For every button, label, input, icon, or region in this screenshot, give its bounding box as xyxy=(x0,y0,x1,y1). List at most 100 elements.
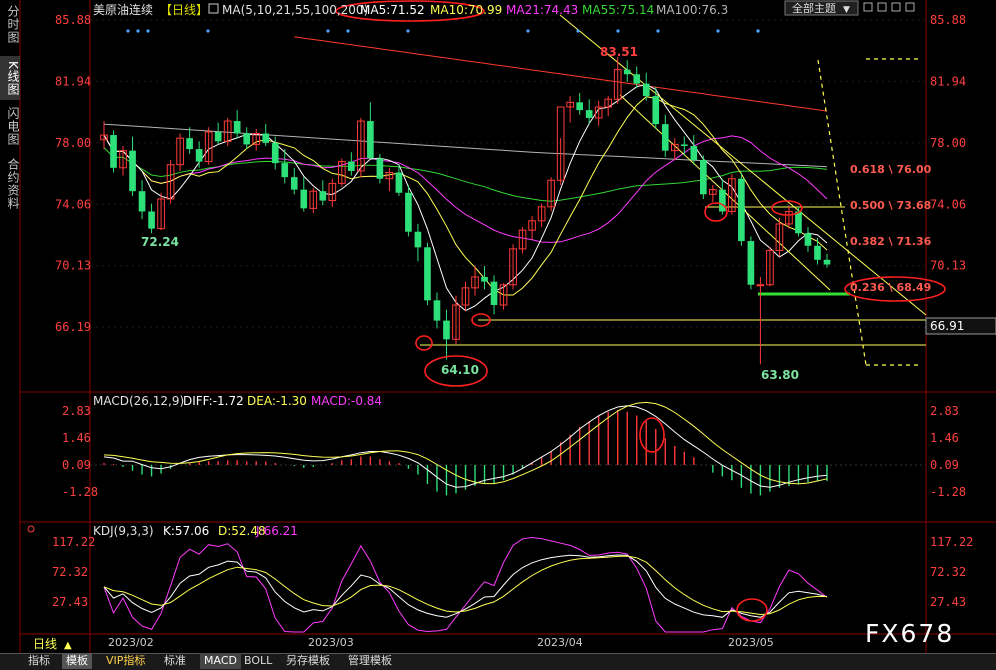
restore-icon[interactable] xyxy=(863,2,873,12)
candle-body-down xyxy=(405,192,412,232)
sidebar-tab-kline[interactable]: K线图 xyxy=(0,56,20,100)
high-label: 83.51 xyxy=(600,45,638,59)
settings-icon[interactable] xyxy=(891,2,901,12)
candle-body-down xyxy=(699,160,707,195)
candle-body-down xyxy=(214,131,222,142)
candle-body-down xyxy=(661,124,669,151)
fib-range-boundary xyxy=(817,59,867,366)
oval-fib-500-touch xyxy=(704,202,728,222)
candle-body-down xyxy=(271,142,279,164)
theme-dropdown-label: 全部主题 xyxy=(792,1,836,15)
price-tick-left: 78.00 xyxy=(55,136,91,150)
tab-boll[interactable]: BOLL xyxy=(244,653,272,669)
ma200-line xyxy=(294,36,828,112)
price-tick-left: 70.13 xyxy=(55,259,91,273)
candle-body-down xyxy=(652,96,660,125)
tab-standard[interactable]: 标准 xyxy=(164,653,186,669)
fib-236-label: 0.236 \ 68.49 xyxy=(850,281,931,294)
kdj-title: KDJ(9,3,3) xyxy=(93,524,154,538)
candle-body-up xyxy=(756,284,765,287)
sidebar-tab-timeshare[interactable]: 分时图 xyxy=(0,4,20,44)
signal-dot xyxy=(146,29,150,33)
macd-tick-left: 1.46 xyxy=(62,431,91,445)
signal-dot xyxy=(406,29,410,33)
kdj-tick-right: 117.22 xyxy=(930,535,973,549)
tab-indicators[interactable]: 指标 xyxy=(28,653,50,669)
period-selector[interactable]: 日线 ▲ xyxy=(33,637,72,651)
kdj-k-line xyxy=(103,554,828,618)
candle-body-down xyxy=(814,245,821,260)
moving-average-lines xyxy=(103,36,828,312)
signal-dot xyxy=(126,29,130,33)
ma100-value: MA100:76.3 xyxy=(656,3,728,17)
candle-body-down xyxy=(642,83,650,97)
macd-title: MACD(26,12,9) xyxy=(93,394,184,408)
candle-body-down xyxy=(443,320,450,340)
date-label-may: 2023/05 xyxy=(728,636,774,649)
macd-dea: DEA:-1.30 xyxy=(247,394,307,408)
tab-manage-templates[interactable]: 管理模板 xyxy=(348,653,392,669)
candle-body-down xyxy=(367,121,374,159)
price-tick-left: 85.88 xyxy=(55,13,91,27)
price-tick-left: 74.06 xyxy=(55,197,91,211)
price-tick-right: 70.13 xyxy=(930,259,966,273)
candle-body-down xyxy=(823,259,831,265)
tab-templates[interactable]: 模板 xyxy=(62,653,92,669)
candlestick-series xyxy=(100,57,831,365)
sidebar-tab-lightning[interactable]: 闪电图 xyxy=(0,104,20,148)
signal-dot xyxy=(526,29,530,33)
tab-save-template[interactable]: 另存模板 xyxy=(286,653,330,669)
signal-dot xyxy=(716,29,720,33)
oval-macd-cross xyxy=(639,417,665,453)
window-controls xyxy=(863,2,915,12)
signal-dot xyxy=(756,29,760,33)
macd-tick-left: 0.09 xyxy=(62,458,91,472)
signal-dot xyxy=(136,29,140,33)
candle-body-down xyxy=(110,135,117,168)
candle-body-down xyxy=(186,138,193,150)
trend-lines xyxy=(420,14,927,366)
chart-canvas[interactable]: 美原油连续 【日线】 MA(5,10,21,55,100,200) MA5:71… xyxy=(0,0,996,669)
macd-tick-right: 1.46 xyxy=(930,431,959,445)
mar-low-label: 64.10 xyxy=(441,363,479,377)
feb-low-label: 72.24 xyxy=(141,235,179,249)
candle-body-down xyxy=(281,163,289,178)
fib-618-label: 0.618 \ 76.00 xyxy=(850,163,932,176)
candle-body-down xyxy=(395,172,403,193)
price-tick-left: 81.94 xyxy=(55,74,91,88)
ma21-value: MA21:74.43 xyxy=(506,3,578,17)
theme-dropdown[interactable]: 全部主题 ▼ xyxy=(784,0,859,16)
tab-vip-indicators[interactable]: VIP指标 xyxy=(106,653,145,669)
macd-tick-left: 2.83 xyxy=(62,404,91,418)
kdj-tick-left: 27.43 xyxy=(52,595,88,609)
current-price-tag: 66.91 xyxy=(925,317,996,335)
signal-dot xyxy=(616,29,620,33)
watermark-logo: FX678 xyxy=(865,619,954,648)
signal-dot xyxy=(656,29,660,33)
oval-may-high xyxy=(771,200,803,216)
ma10-line xyxy=(103,96,828,296)
chevron-down-icon: ▼ xyxy=(843,5,850,15)
signal-dot xyxy=(346,29,350,33)
close-icon[interactable] xyxy=(905,2,915,12)
fib-500-label: 0.500 \ 73.68 xyxy=(850,199,931,212)
maximize-icon[interactable] xyxy=(877,2,887,12)
kdj-k: K:57.06 xyxy=(163,524,209,538)
macd-tick-left: -1.28 xyxy=(62,485,98,499)
kdj-settings-icon[interactable] xyxy=(27,525,35,533)
sidebar-tab-contract-info[interactable]: 合约资料 xyxy=(0,154,20,214)
bottom-tab-bar xyxy=(0,653,996,670)
candle-body-down xyxy=(138,191,146,212)
ma-params: MA(5,10,21,55,100,200) xyxy=(222,3,368,17)
date-label-apr: 2023/04 xyxy=(537,636,583,649)
kdj-tick-left: 72.32 xyxy=(52,565,88,579)
candle-body-down xyxy=(129,150,136,192)
candle-body-down xyxy=(424,247,431,301)
date-label-mar: 2023/03 xyxy=(308,636,354,649)
macd-tick-right: 0.09 xyxy=(930,458,959,472)
kdj-tick-left: 117.22 xyxy=(52,535,95,549)
candle-body-down xyxy=(690,145,698,161)
candle-body-down xyxy=(576,102,583,111)
tab-macd[interactable]: MACD xyxy=(200,653,241,669)
ma-settings-icon[interactable] xyxy=(208,3,219,14)
